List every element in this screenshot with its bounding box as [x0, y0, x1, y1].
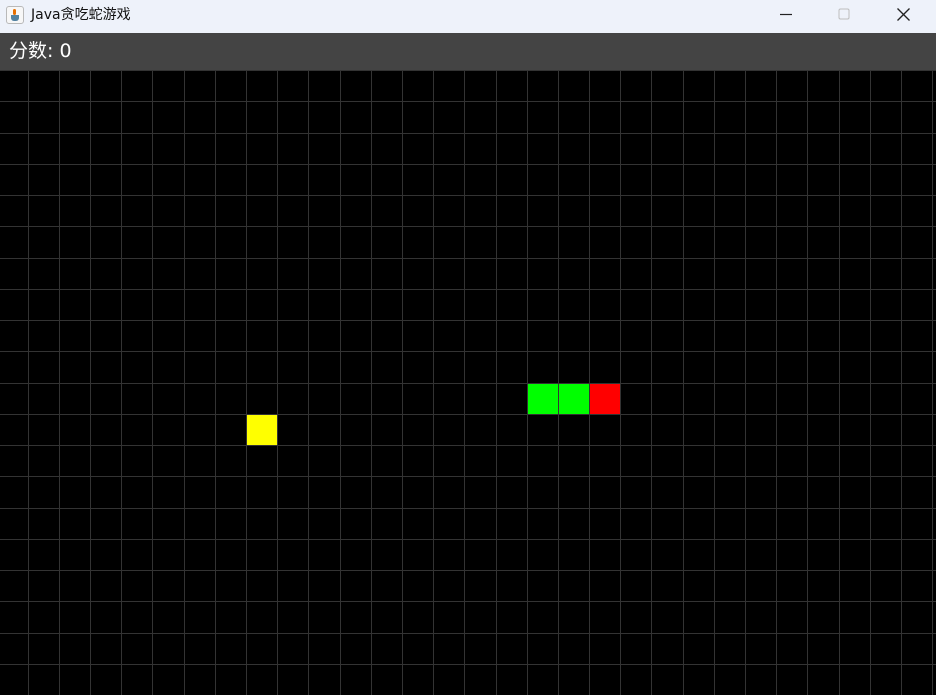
close-icon	[897, 8, 910, 21]
game-board[interactable]	[0, 70, 936, 695]
score-label: 分数: 0	[9, 40, 72, 62]
game-canvas	[0, 70, 936, 695]
grid-lines	[0, 70, 936, 695]
title-bar[interactable]: Java贪吃蛇游戏	[0, 0, 936, 33]
window-title: Java贪吃蛇游戏	[31, 7, 131, 23]
maximize-button[interactable]	[815, 0, 873, 29]
snake-body-segment	[528, 384, 558, 414]
java-cup-icon	[6, 6, 24, 24]
snake-body-segment	[559, 384, 589, 414]
snake-head	[590, 384, 620, 414]
food-cell	[247, 415, 277, 445]
maximize-icon	[838, 8, 850, 20]
close-button[interactable]	[874, 0, 932, 29]
minimize-icon	[780, 13, 792, 16]
minimize-button[interactable]	[757, 0, 815, 29]
game-window: Java贪吃蛇游戏 分数: 0	[0, 0, 936, 695]
score-bar: 分数: 0	[0, 33, 936, 70]
